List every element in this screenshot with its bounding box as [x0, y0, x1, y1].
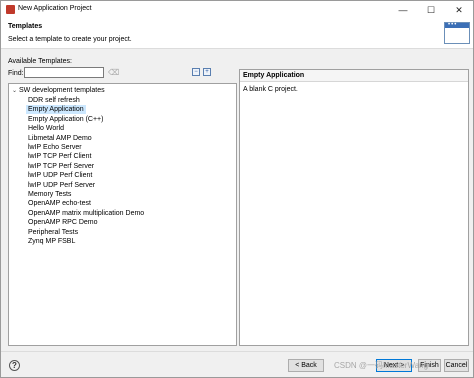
tree-root-label: SW development templates: [19, 87, 105, 94]
selected-template-title: Empty Application: [243, 72, 305, 79]
available-templates-label: Available Templates:: [8, 58, 72, 65]
help-icon[interactable]: ?: [9, 360, 20, 371]
tree-item[interactable]: OpenAMP RPC Demo: [26, 218, 100, 227]
tree-item[interactable]: Libmetal AMP Demo: [26, 134, 94, 143]
tree-root[interactable]: ⌄ SW development templates: [12, 86, 105, 95]
find-label: Find:: [8, 70, 24, 77]
template-description-panel: Empty Application A blank C project.: [239, 69, 469, 346]
back-button[interactable]: < Back: [288, 359, 324, 372]
tree-item[interactable]: Hello World: [26, 124, 66, 133]
close-button[interactable]: ✕: [445, 1, 473, 19]
app-icon: [6, 5, 15, 14]
cancel-button[interactable]: Cancel: [444, 359, 469, 372]
tree-item[interactable]: Empty Application: [26, 105, 86, 115]
tree-item[interactable]: lwIP Echo Server: [26, 143, 84, 152]
tree-item[interactable]: lwIP UDP Perf Server: [26, 181, 97, 190]
tree-item[interactable]: OpenAMP echo-test: [26, 199, 93, 208]
dialog-window: New Application Project — ☐ ✕ Templates …: [0, 0, 474, 378]
templates-tree[interactable]: ⌄ SW development templates DDR self refre…: [8, 83, 237, 346]
minimize-button[interactable]: —: [389, 1, 417, 19]
selected-template-description: A blank C project.: [243, 86, 298, 93]
tree-item[interactable]: lwIP UDP Perf Client: [26, 171, 94, 180]
chevron-down-icon[interactable]: ⌄: [12, 87, 19, 96]
tree-item[interactable]: Zynq MP FSBL: [26, 237, 77, 246]
tree-item[interactable]: Memory Tests: [26, 190, 73, 199]
window-title: New Application Project: [18, 5, 92, 12]
tree-item[interactable]: lwIP TCP Perf Client: [26, 152, 93, 161]
tree-item[interactable]: OpenAMP matrix multiplication Demo: [26, 209, 146, 218]
wizard-header: Templates Select a template to create yo…: [1, 19, 473, 49]
tree-item[interactable]: Empty Application (C++): [26, 115, 105, 124]
tree-item[interactable]: Peripheral Tests: [26, 228, 80, 237]
wizard-banner-icon: •••: [444, 22, 470, 44]
find-input[interactable]: [24, 67, 104, 78]
title-bar: New Application Project — ☐ ✕: [1, 1, 473, 19]
description-header: Empty Application: [240, 70, 468, 82]
collapse-all-icon[interactable]: −: [192, 68, 200, 76]
maximize-button[interactable]: ☐: [417, 1, 445, 19]
tree-item[interactable]: lwIP TCP Perf Server: [26, 162, 96, 171]
clear-filter-icon[interactable]: ⌫: [108, 68, 119, 77]
page-description: Select a template to create your project…: [8, 36, 132, 43]
expand-all-icon[interactable]: +: [203, 68, 211, 76]
watermark: CSDN @一码MasterWang: [334, 361, 429, 370]
tree-item[interactable]: DDR self refresh: [26, 96, 82, 105]
page-title: Templates: [8, 23, 43, 30]
